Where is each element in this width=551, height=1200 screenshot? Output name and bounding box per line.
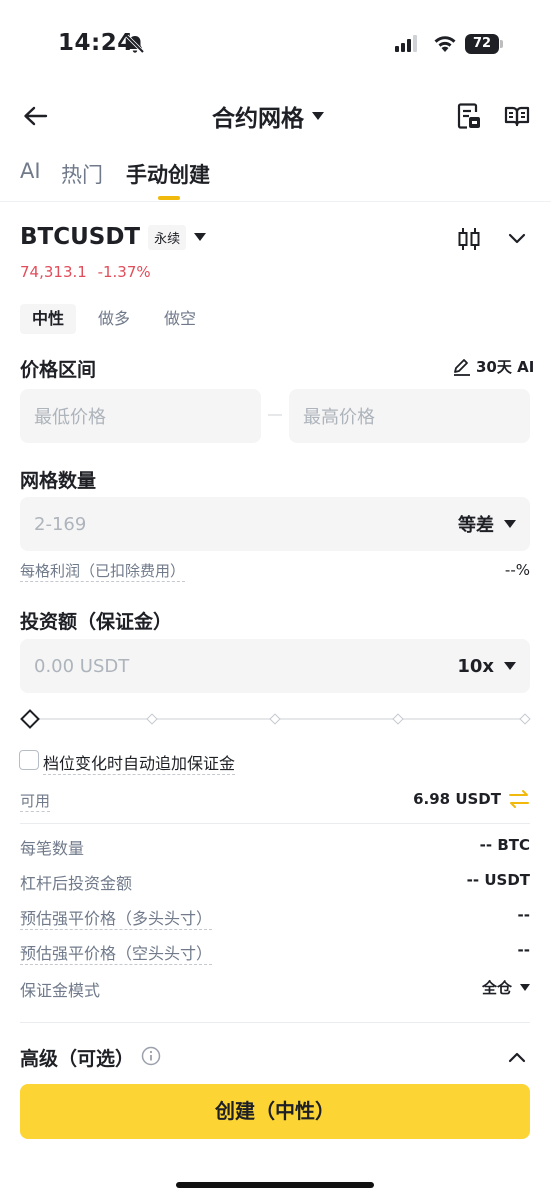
investment-placeholder: 0.00 USDT bbox=[34, 655, 130, 677]
page-title-dropdown[interactable]: 合约网格 bbox=[212, 100, 324, 132]
tab-ai[interactable]: AI bbox=[20, 159, 41, 183]
tab-hot[interactable]: 热门 bbox=[61, 159, 103, 189]
profit-per-grid-value: --% bbox=[504, 561, 530, 579]
info-row-liq-long-label: 预估强平价格（多头头寸） bbox=[20, 905, 213, 930]
range-separator bbox=[268, 414, 282, 416]
leverage-value: 10x bbox=[457, 655, 494, 677]
last-price: 74,313.1 bbox=[20, 263, 87, 281]
max-price-placeholder: 最高价格 bbox=[303, 407, 375, 428]
available-label: 可用 bbox=[20, 790, 51, 812]
slider-step-25[interactable] bbox=[146, 713, 158, 725]
divider bbox=[0, 201, 551, 202]
battery-cap bbox=[500, 40, 503, 48]
back-arrow-icon[interactable] bbox=[22, 104, 48, 128]
grid-count-input[interactable]: 2-169 等差 bbox=[20, 497, 530, 551]
home-indicator bbox=[176, 1182, 374, 1188]
divider bbox=[20, 823, 530, 824]
advanced-options-label[interactable]: 高级（可选） bbox=[20, 1044, 134, 1071]
available-label-text: 可用 bbox=[20, 792, 51, 812]
signal-icon bbox=[395, 35, 417, 52]
info-row-liq-long-text: 预估强平价格（多头头寸） bbox=[20, 909, 213, 930]
investment-label: 投资额（保证金） bbox=[20, 611, 173, 633]
tab-active-indicator bbox=[158, 196, 180, 200]
status-time: 14:24 bbox=[58, 30, 134, 56]
auto-add-margin-text: 档位变化时自动追加保证金 bbox=[43, 754, 236, 775]
symbol-name: BTCUSDT bbox=[20, 224, 141, 250]
pencil-icon bbox=[454, 358, 470, 376]
battery-level: 72 bbox=[465, 34, 499, 54]
price-range-label: 价格区间 bbox=[20, 359, 97, 381]
caret-down-icon bbox=[520, 984, 530, 991]
bell-muted-icon bbox=[125, 34, 145, 54]
chevron-down-icon[interactable] bbox=[506, 230, 528, 248]
ai-link-label: 30天 AI bbox=[476, 358, 535, 376]
chevron-up-icon[interactable] bbox=[506, 1049, 528, 1065]
direction-short[interactable]: 做空 bbox=[152, 304, 208, 334]
slider-step-50[interactable] bbox=[269, 713, 281, 725]
grid-mode-selector[interactable]: 等差 bbox=[458, 511, 516, 537]
auto-add-margin-label[interactable]: 档位变化时自动追加保证金 bbox=[43, 750, 236, 775]
divider bbox=[20, 1022, 530, 1023]
order-history-icon[interactable] bbox=[456, 102, 482, 130]
caret-down-icon bbox=[504, 520, 516, 528]
min-price-input[interactable]: 最低价格 bbox=[20, 389, 261, 443]
slider-step-75[interactable] bbox=[392, 713, 404, 725]
investment-input[interactable]: 0.00 USDT 10x bbox=[20, 639, 530, 693]
profit-per-grid-text: 每格利润（已扣除费用） bbox=[20, 562, 186, 582]
margin-mode-selector[interactable]: 全仓 bbox=[482, 977, 530, 998]
grid-mode-value: 等差 bbox=[458, 515, 494, 536]
wifi-icon bbox=[434, 36, 456, 52]
caret-down-icon bbox=[194, 233, 207, 241]
transfer-swap-icon[interactable] bbox=[508, 789, 530, 809]
slider-step-100[interactable] bbox=[519, 713, 531, 725]
info-row-liq-short-value: -- bbox=[517, 941, 530, 959]
available-value: 6.98 USDT bbox=[413, 790, 501, 808]
min-price-placeholder: 最低价格 bbox=[34, 407, 106, 428]
direction-long[interactable]: 做多 bbox=[86, 304, 142, 334]
caret-down-icon bbox=[312, 112, 324, 120]
create-grid-button[interactable]: 创建（中性） bbox=[20, 1084, 530, 1139]
direction-neutral[interactable]: 中性 bbox=[20, 304, 77, 334]
page-title: 合约网格 bbox=[212, 106, 304, 132]
candlestick-chart-icon[interactable] bbox=[456, 227, 482, 251]
info-row-liq-long-value: -- bbox=[517, 906, 530, 924]
caret-down-icon bbox=[504, 662, 516, 670]
auto-add-margin-checkbox[interactable] bbox=[19, 750, 39, 770]
info-row-qty-label: 每笔数量 bbox=[20, 839, 85, 858]
info-row-qty-value: -- BTC bbox=[479, 836, 530, 854]
battery-indicator: 72 bbox=[465, 34, 503, 54]
guide-book-icon[interactable] bbox=[504, 104, 530, 128]
margin-mode-label: 保证金模式 bbox=[20, 981, 101, 1000]
margin-mode-value: 全仓 bbox=[481, 979, 512, 997]
info-row-liq-short-text: 预估强平价格（空头头寸） bbox=[20, 944, 213, 965]
profit-per-grid-label[interactable]: 每格利润（已扣除费用） bbox=[20, 560, 186, 582]
price-change: -1.37% bbox=[97, 263, 151, 281]
contract-type-badge: 永续 bbox=[148, 224, 187, 250]
grid-count-placeholder: 2-169 bbox=[34, 513, 87, 535]
leverage-selector[interactable]: 10x bbox=[457, 656, 516, 677]
price-change-line: 74,313.1 -1.37% bbox=[20, 263, 151, 281]
symbol-selector[interactable]: BTCUSDT 永续 bbox=[20, 224, 207, 250]
tab-manual-create[interactable]: 手动创建 bbox=[126, 159, 210, 189]
info-row-liq-short-label: 预估强平价格（空头头寸） bbox=[20, 940, 213, 965]
info-row-leveraged-value: -- USDT bbox=[466, 871, 530, 889]
max-price-input[interactable]: 最高价格 bbox=[289, 389, 530, 443]
grid-count-label: 网格数量 bbox=[20, 470, 97, 492]
ai-price-range-link[interactable]: 30天 AI bbox=[452, 356, 534, 377]
info-icon[interactable] bbox=[141, 1046, 161, 1066]
investment-slider-thumb[interactable] bbox=[20, 709, 40, 729]
info-row-leveraged-label: 杠杆后投资金额 bbox=[20, 874, 133, 893]
